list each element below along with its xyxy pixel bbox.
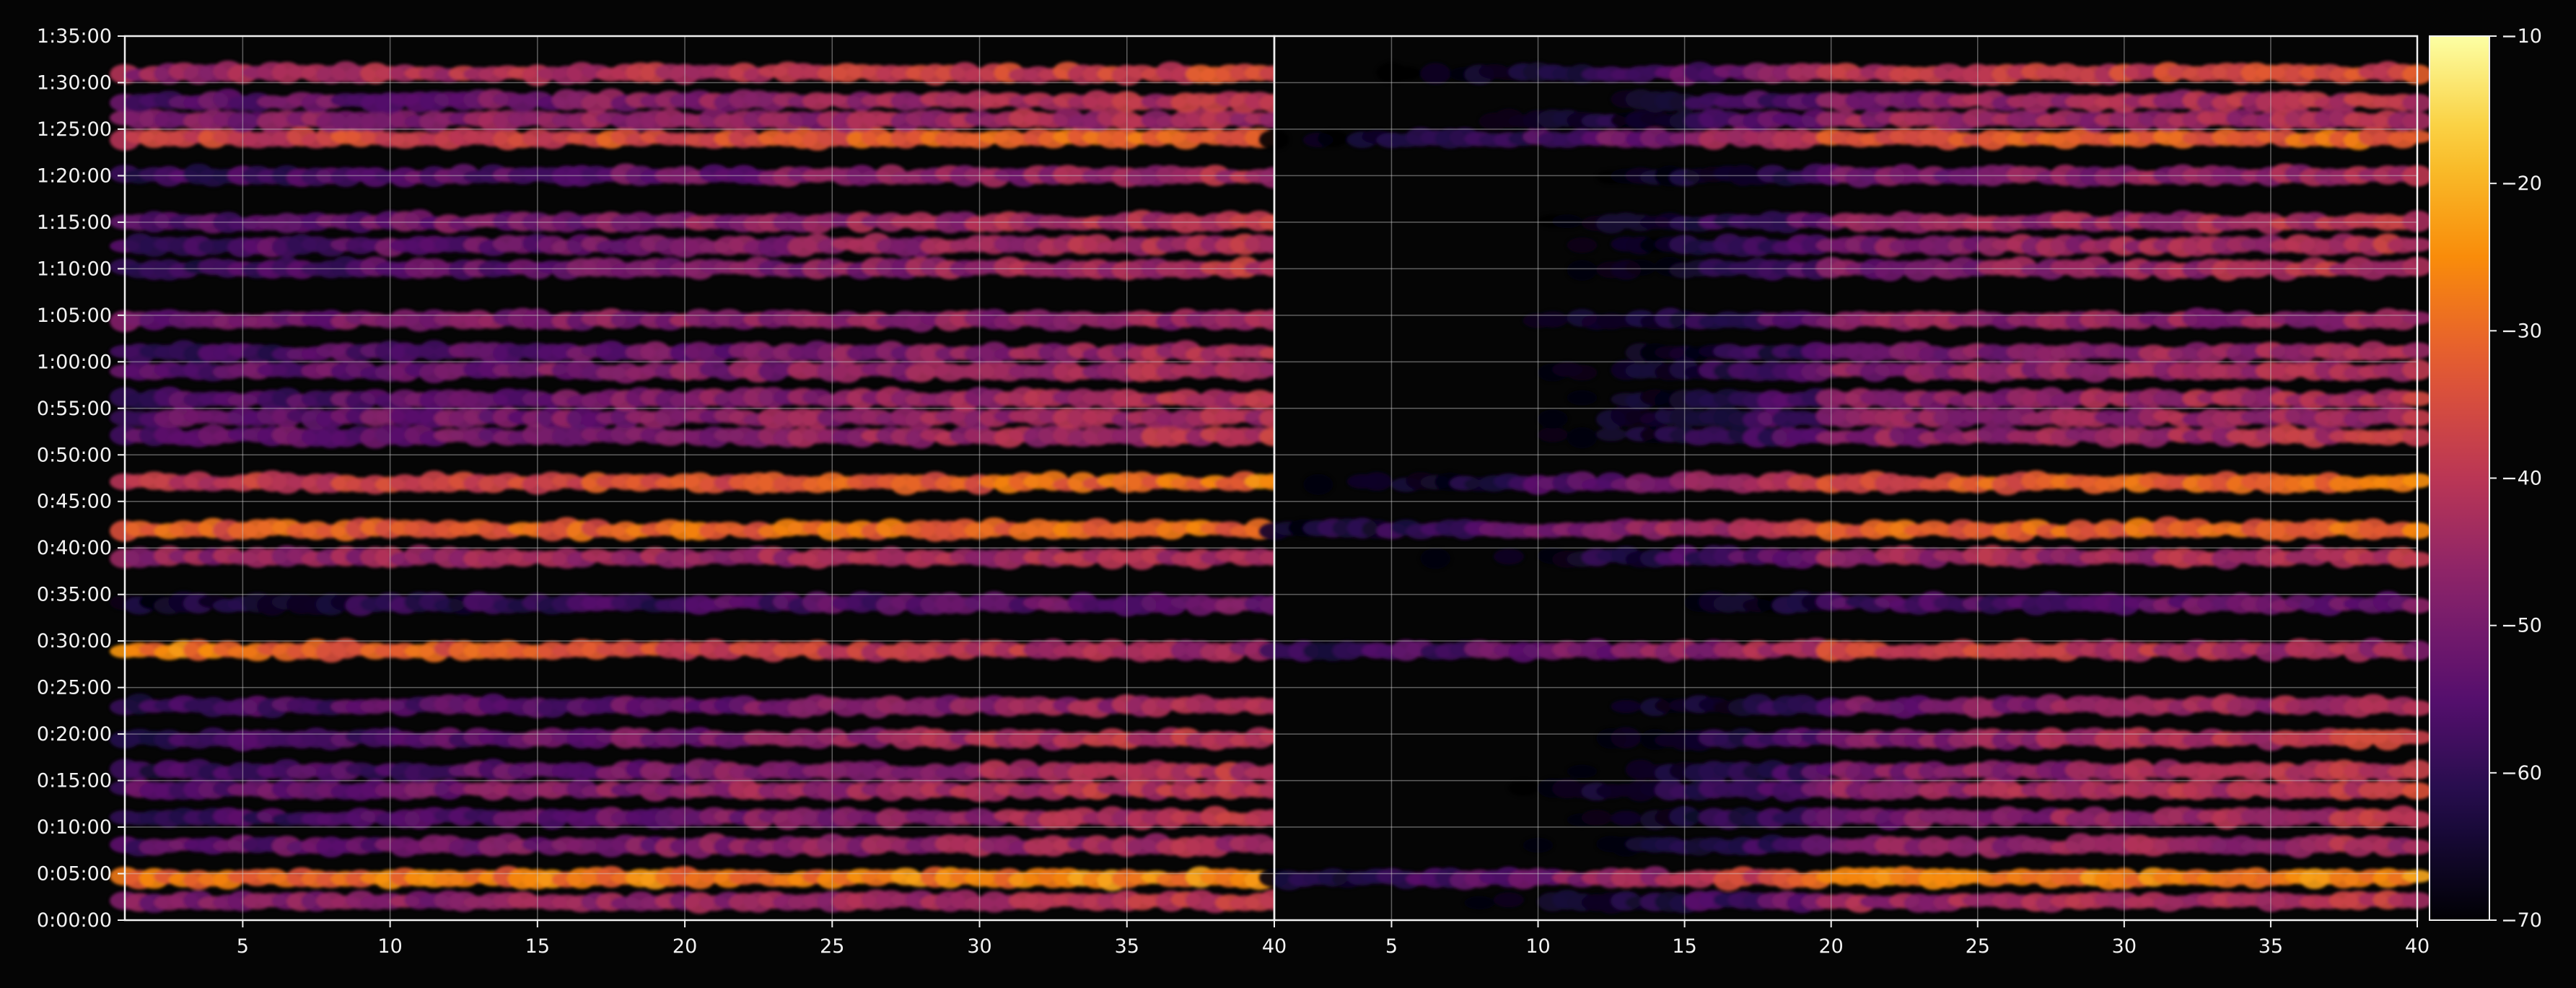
heatmap-cell (1567, 364, 1598, 381)
colorbar-tick-label: −60 (2501, 762, 2542, 784)
heatmap-cell (1318, 130, 1349, 148)
heatmap-cell (1611, 699, 1642, 714)
y-tick-label: 0:00:00 (37, 909, 112, 932)
heatmap-cell (1302, 473, 1333, 496)
y-tick-label: 1:20:00 (37, 165, 112, 187)
colorbar-tick-label: −20 (2501, 172, 2542, 195)
colorbar-tick-label: −70 (2501, 909, 2542, 932)
heatmap-cell (1390, 66, 1421, 80)
y-tick-label: 0:30:00 (37, 630, 112, 652)
heatmap-cell (1611, 727, 1642, 748)
heatmap-cell (1493, 548, 1524, 565)
x-tick-label: 20 (1819, 935, 1844, 958)
x-tick-label: 25 (1966, 935, 1990, 958)
heatmap-cell (1508, 779, 1539, 797)
heatmap-cell (1537, 311, 1568, 328)
x-tick-label: 5 (237, 935, 249, 958)
x-tick-label: 5 (1385, 935, 1398, 958)
x-tick-label: 20 (673, 935, 697, 958)
x-tick-label: 15 (525, 935, 550, 958)
heatmap-cell (1567, 427, 1598, 449)
y-tick-label: 0:50:00 (37, 444, 112, 466)
y-tick-label: 0:35:00 (37, 584, 112, 606)
x-tick-label: 40 (2405, 935, 2430, 958)
x-tick-label: 25 (820, 935, 844, 958)
y-tick-label: 0:05:00 (37, 863, 112, 886)
y-tick-label: 0:55:00 (37, 398, 112, 420)
heatmap-cell (1362, 472, 1393, 491)
heatmap-panel-1 (110, 36, 1289, 920)
y-tick-label: 0:45:00 (37, 491, 112, 513)
x-tick-label: 35 (2259, 935, 2283, 958)
y-tick-label: 0:15:00 (37, 770, 112, 792)
heatmap-cell (1567, 390, 1598, 406)
x-tick-label: 10 (1525, 935, 1550, 958)
heatmap-cell (1464, 896, 1495, 910)
colorbar-tick-label: −50 (2501, 615, 2542, 637)
y-tick-label: 1:05:00 (37, 305, 112, 327)
colorbar-gradient (2429, 35, 2490, 921)
heatmap-cell (1611, 810, 1642, 826)
y-tick-label: 1:15:00 (37, 211, 112, 234)
panels-layer (110, 36, 2432, 920)
heatmap-cell (1567, 237, 1598, 253)
x-tick-label: 35 (1115, 935, 1139, 958)
x-tick-label: 30 (967, 935, 991, 958)
y-tick-label: 0:20:00 (37, 723, 112, 746)
y-tick-label: 1:25:00 (37, 118, 112, 141)
heatmap-panel-2 (1259, 36, 2432, 920)
heatmap-chart: 0:00:00 0:05:00 0:10:00 0:15:00 0:20:00 0:25:… (0, 0, 2576, 985)
heatmap-cell (1537, 409, 1568, 429)
heatmap-cell (1567, 260, 1598, 281)
y-tick-label: 1:35:00 (37, 25, 112, 48)
heatmap-cell (1625, 259, 1656, 276)
y-tick-label: 1:10:00 (37, 258, 112, 280)
colorbar-tick-label: −10 (2501, 25, 2542, 48)
heatmap-cell (1581, 809, 1612, 826)
heatmap-cell (1537, 427, 1568, 442)
y-tick-label: 0:10:00 (37, 816, 112, 839)
colorbar-tick-label: −30 (2501, 320, 2542, 342)
y-tick-label: 1:00:00 (37, 351, 112, 373)
y-tick-label: 1:30:00 (37, 71, 112, 94)
heatmap-cell (1596, 427, 1627, 442)
x-tick-label: 10 (377, 935, 402, 958)
heatmap-cell (1493, 892, 1524, 908)
heatmap-cell (1420, 63, 1451, 84)
heatmap-cell (1552, 214, 1583, 229)
x-tick-label: 30 (2112, 935, 2137, 958)
x-tick-label: 40 (1262, 935, 1287, 958)
colorbar-tick-label: −40 (2501, 468, 2542, 490)
y-tick-label: 0:40:00 (37, 537, 112, 559)
heatmap-cell (1567, 764, 1598, 779)
heatmap-cell (1420, 548, 1451, 569)
y-tick-label: 0:25:00 (37, 677, 112, 699)
heatmap-svg: 0:00:00 0:05:00 0:10:00 0:15:00 0:20:00 0:25:… (0, 0, 2576, 985)
x-tick-label: 15 (1672, 935, 1696, 958)
